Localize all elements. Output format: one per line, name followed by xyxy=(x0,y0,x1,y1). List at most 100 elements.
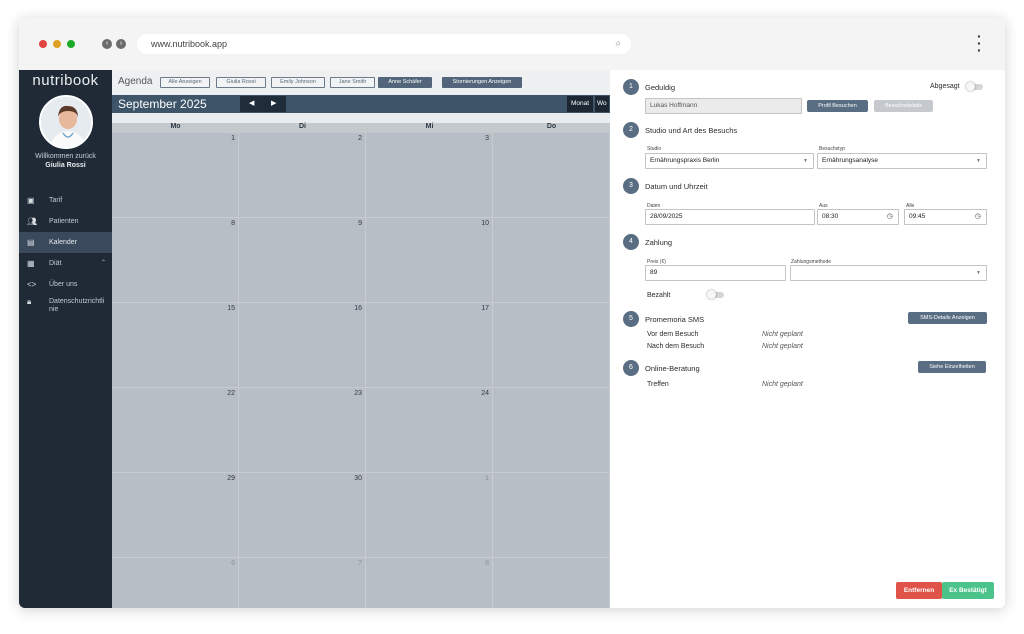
day-cell[interactable]: 17 xyxy=(366,303,493,388)
to-time-value: 09:45 xyxy=(909,213,926,220)
visit-type-select[interactable]: Ernährungsanalyse ▼ xyxy=(817,153,987,169)
studio-label: Studio xyxy=(647,146,662,152)
view-month-button[interactable]: Monat xyxy=(567,96,594,112)
sms-after-value: Nicht geplant xyxy=(762,343,803,350)
back-icon[interactable]: ‹ xyxy=(102,39,112,49)
avatar xyxy=(39,95,93,149)
remove-button[interactable]: Entfernen xyxy=(896,582,942,599)
paid-toggle[interactable] xyxy=(707,290,724,299)
day-cell[interactable]: 10 xyxy=(366,218,493,303)
day-cell[interactable] xyxy=(493,473,610,558)
day-cell[interactable] xyxy=(493,388,610,473)
maximize-window-dot[interactable] xyxy=(67,40,75,48)
forward-icon[interactable]: › xyxy=(116,39,126,49)
filter-jane-button[interactable]: Jane Smith xyxy=(330,77,375,88)
tariff-icon: ▣ xyxy=(27,196,35,205)
date-value: 28/09/2025 xyxy=(650,213,683,220)
day-cell[interactable]: 23 xyxy=(239,388,366,473)
step-number: 1 xyxy=(623,79,639,95)
day-number: 3 xyxy=(485,135,489,142)
filter-emily-button[interactable]: Emily Johnson xyxy=(271,77,325,88)
sidebar-item-tarif[interactable]: ▣ Tarif xyxy=(19,190,112,211)
sidebar-item-patienten[interactable]: 👥︎ Patienten xyxy=(19,211,112,232)
visit-details-button[interactable]: Besuchsdetails xyxy=(874,100,933,112)
patient-name-field[interactable]: Lukas Hoffmann xyxy=(645,98,802,114)
step-number: 4 xyxy=(623,234,639,250)
profile-button[interactable]: Profil Besuchen xyxy=(807,100,868,112)
prev-month-icon[interactable]: ◀ xyxy=(249,99,254,107)
day-cell[interactable]: 29 xyxy=(112,473,239,558)
filter-all-button[interactable]: Alle Anzeigen xyxy=(160,77,210,88)
user-name: Giulia Rossi xyxy=(45,162,86,169)
sms-details-button[interactable]: SMS-Details Anzeigen xyxy=(908,312,987,324)
price-input[interactable]: 89 xyxy=(645,265,786,281)
to-time-input[interactable]: 09:45 ◷ xyxy=(904,209,987,225)
next-month-icon[interactable]: ▶ xyxy=(271,99,276,107)
patient-name-value: Lukas Hoffmann xyxy=(650,102,698,109)
weekday-header: Do xyxy=(493,123,610,133)
search-icon: ⌕ xyxy=(615,38,621,49)
browser-toolbar: ‹ › www.nutribook.app ⌕ · · · xyxy=(19,18,1005,70)
day-number: 1 xyxy=(231,135,235,142)
appointment-panel: 1 Geduldig Abgesagt Lukas Hoffmann Profi… xyxy=(610,70,1005,608)
from-time-input[interactable]: 08:30 ◷ xyxy=(817,209,899,225)
cancelled-label: Abgesagt xyxy=(930,83,960,90)
day-cell[interactable] xyxy=(493,558,610,608)
address-bar[interactable]: www.nutribook.app ⌕ xyxy=(137,34,631,54)
sms-after-label: Nach dem Besuch xyxy=(647,343,705,350)
url-text: www.nutribook.app xyxy=(151,39,228,49)
day-number: 22 xyxy=(227,390,235,397)
sidebar-item-datenschutz[interactable]: 🔒︎ Datenschutzrichtlinie xyxy=(19,295,112,319)
confirm-button[interactable]: Ex Bestätigt xyxy=(942,582,994,599)
menu-kebab-icon[interactable]: · · · xyxy=(977,29,983,57)
day-cell[interactable] xyxy=(493,133,610,218)
online-details-button[interactable]: Siehe Einzelheiten xyxy=(918,361,986,373)
meeting-label: Treffen xyxy=(647,381,669,388)
filter-anne-button[interactable]: Anne Schäfer xyxy=(378,77,432,88)
clock-icon[interactable]: ◷ xyxy=(975,210,981,224)
sidebar-item-kalender[interactable]: ▤ Kalender xyxy=(19,232,112,253)
day-cell[interactable]: 16 xyxy=(239,303,366,388)
sms-section-title: Promemoria SMS xyxy=(645,315,705,324)
date-input[interactable]: 28/09/2025 xyxy=(645,209,815,225)
visit-type-value: Ernährungsanalyse xyxy=(822,157,879,164)
day-cell[interactable]: 1 xyxy=(112,133,239,218)
patients-icon: 👥︎ xyxy=(27,217,38,226)
day-cell[interactable] xyxy=(493,303,610,388)
sidebar-item-uber-uns[interactable]: <> Über uns xyxy=(19,274,112,295)
filter-giulia-button[interactable]: Giulia Rossi xyxy=(216,77,266,88)
visit-type-label: Besuchstyp xyxy=(819,146,845,152)
browser-window: ‹ › www.nutribook.app ⌕ · · · nutribook Wi… xyxy=(19,18,1005,608)
day-cell[interactable]: 30 xyxy=(239,473,366,558)
month-grid: Mo Di Mi Do 1 2 3 8 9 10 15 16 17 22 23 24 29 30 1 6 7 8 xyxy=(112,123,610,608)
studio-select[interactable]: Ernährungspraxis Berlin ▼ xyxy=(645,153,814,169)
day-cell[interactable]: 22 xyxy=(112,388,239,473)
clock-icon[interactable]: ◷ xyxy=(887,210,893,224)
day-number: 9 xyxy=(358,220,362,227)
day-cell[interactable] xyxy=(493,218,610,303)
minimize-window-dot[interactable] xyxy=(53,40,61,48)
day-cell[interactable]: 3 xyxy=(366,133,493,218)
day-cell[interactable]: 2 xyxy=(239,133,366,218)
day-cell[interactable]: 9 xyxy=(239,218,366,303)
payment-method-select[interactable]: ▼ xyxy=(790,265,987,281)
day-cell[interactable]: 7 xyxy=(239,558,366,608)
sidebar-item-label: Tarif xyxy=(49,197,63,204)
agenda-title: Agenda xyxy=(118,76,153,87)
day-cell[interactable]: 24 xyxy=(366,388,493,473)
day-cell[interactable]: 8 xyxy=(112,218,239,303)
sidebar-item-diat[interactable]: ▦ Diät ⌃ xyxy=(19,253,112,274)
day-cell[interactable]: 1 xyxy=(366,473,493,558)
day-cell[interactable]: 8 xyxy=(366,558,493,608)
payment-section-title: Zahlung xyxy=(645,238,673,247)
sidebar-item-label: Datenschutzrichtlinie xyxy=(49,298,105,313)
day-cell[interactable]: 15 xyxy=(112,303,239,388)
close-window-dot[interactable] xyxy=(39,40,47,48)
day-number: 8 xyxy=(231,220,235,227)
view-week-button[interactable]: Wo xyxy=(595,96,609,112)
patient-section-title: Geduldig xyxy=(645,83,676,92)
day-number: 30 xyxy=(354,475,362,482)
day-cell[interactable]: 6 xyxy=(112,558,239,608)
cancellations-button[interactable]: Stornierungen Anzeigen xyxy=(442,77,522,88)
cancelled-toggle[interactable] xyxy=(966,82,983,91)
